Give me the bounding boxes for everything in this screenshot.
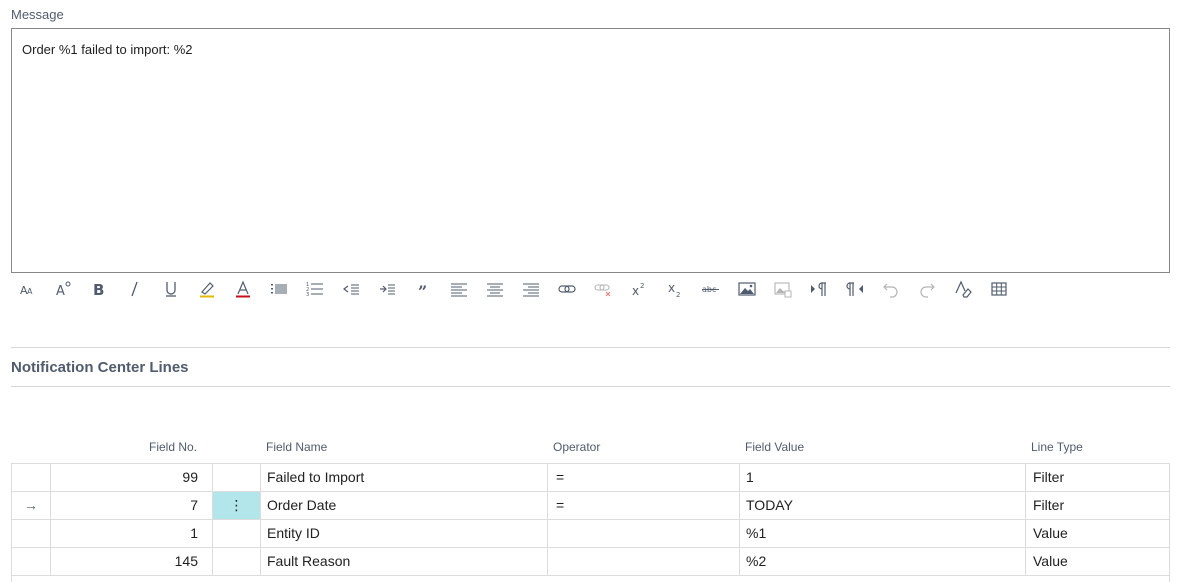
lines-grid: 99 Failed to Import = 1 Filter → 7 ⋮ Ord… [11, 463, 1170, 582]
column-header-field-value[interactable]: Field Value [745, 440, 804, 454]
strikethrough-icon[interactable]: abc [696, 277, 726, 301]
redo-icon[interactable] [912, 277, 942, 301]
highlight-icon[interactable] [192, 277, 222, 301]
field-name-cell[interactable]: Fault Reason [261, 548, 548, 575]
field-no-cell[interactable]: 7 [51, 492, 213, 519]
section-divider-bottom [11, 386, 1170, 387]
field-value-cell[interactable]: %2 [740, 548, 1026, 575]
clear-formatting-icon[interactable] [948, 277, 978, 301]
line-type-cell[interactable]: Filter [1026, 492, 1169, 519]
message-editor[interactable]: Order %1 failed to import: %2 [11, 28, 1170, 273]
subscript-icon[interactable]: x2 [660, 277, 690, 301]
row-menu[interactable] [213, 548, 261, 575]
ltr-paragraph-icon[interactable] [804, 277, 834, 301]
table-row[interactable]: 1 Entity ID %1 Value [12, 519, 1169, 547]
message-label: Message [11, 7, 64, 22]
table-row[interactable]: 99 Failed to Import = 1 Filter [12, 463, 1169, 491]
svg-text:2: 2 [640, 282, 644, 290]
quote-icon[interactable]: ” [408, 277, 438, 301]
image-properties-icon[interactable] [768, 277, 798, 301]
operator-cell[interactable]: = [548, 464, 740, 491]
bold-icon[interactable]: B [84, 277, 114, 301]
column-header-field-name[interactable]: Field Name [266, 440, 327, 454]
font-color-icon[interactable] [228, 277, 258, 301]
row-indicator[interactable] [12, 548, 51, 575]
field-value-cell[interactable]: 1 [740, 464, 1026, 491]
underline-icon[interactable] [156, 277, 186, 301]
row-menu[interactable] [213, 464, 261, 491]
column-header-line-type[interactable]: Line Type [1031, 440, 1083, 454]
field-no-cell[interactable]: 145 [51, 548, 213, 575]
svg-text:3: 3 [306, 292, 309, 298]
rich-text-toolbar: AA A B 123 ” x2 x 2 abc [11, 277, 1021, 301]
section-divider-top [11, 347, 1170, 348]
svg-text:A: A [56, 284, 65, 298]
field-name-cell[interactable]: Order Date [261, 492, 548, 519]
table-row[interactable]: 145 Fault Reason %2 Value [12, 547, 1169, 575]
insert-table-icon[interactable] [984, 277, 1014, 301]
table-row-partial[interactable] [12, 575, 1169, 582]
insert-image-icon[interactable] [732, 277, 762, 301]
field-value-cell[interactable]: %1 [740, 520, 1026, 547]
font-size-icon[interactable]: AA [13, 277, 43, 301]
row-indicator[interactable] [12, 520, 51, 547]
undo-icon[interactable] [876, 277, 906, 301]
row-menu-more-icon[interactable]: ⋮ [213, 492, 261, 519]
line-type-cell[interactable]: Value [1026, 520, 1169, 547]
row-indicator-arrow-icon[interactable]: → [12, 492, 51, 519]
operator-cell[interactable] [548, 548, 740, 575]
numbered-list-icon[interactable]: 123 [300, 277, 330, 301]
svg-text:x: x [632, 284, 639, 298]
message-text: Order %1 failed to import: %2 [22, 42, 193, 57]
row-indicator[interactable] [12, 464, 51, 491]
column-header-field-no[interactable]: Field No. [149, 440, 197, 454]
align-left-icon[interactable] [444, 277, 474, 301]
field-no-cell[interactable]: 1 [51, 520, 213, 547]
italic-icon[interactable] [120, 277, 150, 301]
font-style-icon[interactable]: A [48, 277, 78, 301]
field-no-cell[interactable]: 99 [51, 464, 213, 491]
row-menu[interactable] [213, 520, 261, 547]
align-center-icon[interactable] [480, 277, 510, 301]
operator-cell[interactable] [548, 520, 740, 547]
table-row-selected[interactable]: → 7 ⋮ Order Date = TODAY Filter [12, 491, 1169, 519]
column-header-operator[interactable]: Operator [553, 440, 600, 454]
align-right-icon[interactable] [516, 277, 546, 301]
svg-text:”: ” [418, 282, 427, 298]
svg-text:x: x [668, 281, 675, 295]
svg-text:B: B [93, 281, 104, 298]
svg-text:2: 2 [676, 291, 680, 298]
field-name-cell[interactable]: Failed to Import [261, 464, 548, 491]
rtl-paragraph-icon[interactable] [840, 277, 870, 301]
field-name-cell[interactable]: Entity ID [261, 520, 548, 547]
svg-text:A: A [27, 287, 33, 296]
superscript-icon[interactable]: x2 [624, 277, 654, 301]
bullet-list-icon[interactable] [264, 277, 294, 301]
operator-cell[interactable]: = [548, 492, 740, 519]
remove-link-icon[interactable] [588, 277, 618, 301]
line-type-cell[interactable]: Filter [1026, 464, 1169, 491]
decrease-indent-icon[interactable] [336, 277, 366, 301]
field-value-cell[interactable]: TODAY [740, 492, 1026, 519]
line-type-cell[interactable]: Value [1026, 548, 1169, 575]
section-title[interactable]: Notification Center Lines [11, 359, 189, 376]
insert-link-icon[interactable] [552, 277, 582, 301]
increase-indent-icon[interactable] [372, 277, 402, 301]
